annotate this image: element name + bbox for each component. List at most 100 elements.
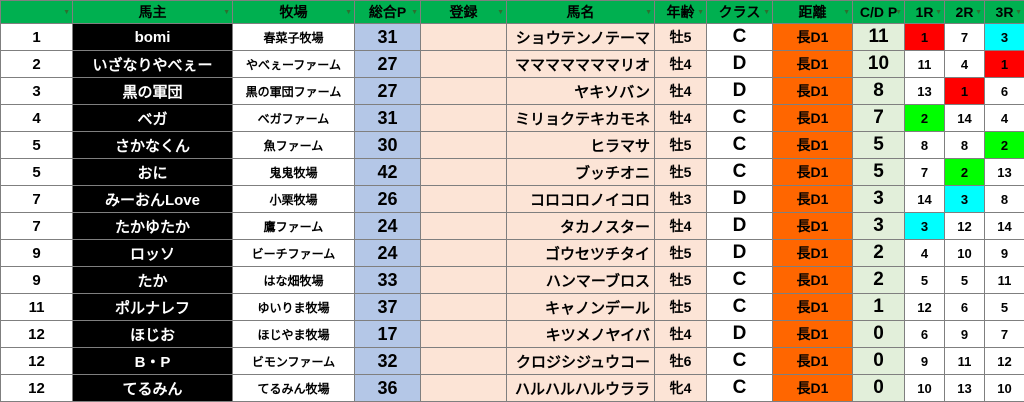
distance-cell[interactable]: 長D1 xyxy=(773,105,853,132)
col-header-age[interactable]: 年齢▼ xyxy=(655,1,707,24)
race1-cell[interactable]: 8 xyxy=(905,132,945,159)
race1-cell[interactable]: 4 xyxy=(905,240,945,267)
race2-cell[interactable]: 9 xyxy=(945,321,985,348)
col-header-distance[interactable]: 距離▼ xyxy=(773,1,853,24)
table-row[interactable]: 12ほじおほじやま牧場17キツメノヤイバ牡4D長D10697 xyxy=(1,321,1024,348)
age-cell[interactable]: 牡5 xyxy=(655,267,707,294)
race2-cell[interactable]: 10 xyxy=(945,240,985,267)
filter-icon[interactable]: ▼ xyxy=(1015,9,1022,16)
class-cell[interactable]: D xyxy=(707,213,773,240)
distance-cell[interactable]: 長D1 xyxy=(773,51,853,78)
race2-cell[interactable]: 14 xyxy=(945,105,985,132)
register-cell[interactable] xyxy=(421,348,507,375)
horse-name-cell[interactable]: ゴウセツチタイ xyxy=(507,240,655,267)
cd-p-cell[interactable]: 3 xyxy=(853,213,905,240)
register-cell[interactable] xyxy=(421,294,507,321)
filter-icon[interactable]: ▼ xyxy=(975,9,982,16)
race3-cell[interactable]: 12 xyxy=(985,348,1024,375)
age-cell[interactable]: 牡4 xyxy=(655,321,707,348)
age-cell[interactable]: 牡5 xyxy=(655,159,707,186)
distance-cell[interactable]: 長D1 xyxy=(773,267,853,294)
age-cell[interactable]: 牡5 xyxy=(655,240,707,267)
horse-name-cell[interactable]: ハンマーブロス xyxy=(507,267,655,294)
race2-cell[interactable]: 6 xyxy=(945,294,985,321)
col-header-total-p[interactable]: 総合P▼ xyxy=(355,1,421,24)
distance-cell[interactable]: 長D1 xyxy=(773,78,853,105)
col-header-r3[interactable]: 3R▼ xyxy=(985,1,1024,24)
race1-cell[interactable]: 6 xyxy=(905,321,945,348)
race1-cell[interactable]: 12 xyxy=(905,294,945,321)
col-header-rank[interactable]: ▼ xyxy=(1,1,73,24)
distance-cell[interactable]: 長D1 xyxy=(773,159,853,186)
race2-cell[interactable]: 5 xyxy=(945,267,985,294)
total-p-cell[interactable]: 27 xyxy=(355,78,421,105)
table-row[interactable]: 7たかゆたか鷹ファーム24タカノスター牡4D長D1331214 xyxy=(1,213,1024,240)
horse-name-cell[interactable]: ショウテンノテーマ xyxy=(507,24,655,51)
race1-cell[interactable]: 2 xyxy=(905,105,945,132)
rank-cell[interactable]: 4 xyxy=(1,105,73,132)
distance-cell[interactable]: 長D1 xyxy=(773,24,853,51)
table-row[interactable]: 3黒の軍団黒の軍団ファーム27ヤキソバン牡4D長D181316 xyxy=(1,78,1024,105)
race2-cell[interactable]: 1 xyxy=(945,78,985,105)
cd-p-cell[interactable]: 8 xyxy=(853,78,905,105)
total-p-cell[interactable]: 31 xyxy=(355,105,421,132)
race1-cell[interactable]: 13 xyxy=(905,78,945,105)
class-cell[interactable]: D xyxy=(707,321,773,348)
class-cell[interactable]: C xyxy=(707,375,773,402)
distance-cell[interactable]: 長D1 xyxy=(773,375,853,402)
owner-cell[interactable]: てるみん xyxy=(73,375,233,402)
class-cell[interactable]: D xyxy=(707,51,773,78)
distance-cell[interactable]: 長D1 xyxy=(773,240,853,267)
col-header-owner[interactable]: 馬主▼ xyxy=(73,1,233,24)
rank-cell[interactable]: 9 xyxy=(1,240,73,267)
owner-cell[interactable]: さかなくん xyxy=(73,132,233,159)
horse-name-cell[interactable]: タカノスター xyxy=(507,213,655,240)
class-cell[interactable]: C xyxy=(707,294,773,321)
total-p-cell[interactable]: 37 xyxy=(355,294,421,321)
filter-icon[interactable]: ▼ xyxy=(697,9,704,16)
class-cell[interactable]: C xyxy=(707,24,773,51)
total-p-cell[interactable]: 24 xyxy=(355,240,421,267)
race1-cell[interactable]: 9 xyxy=(905,348,945,375)
owner-cell[interactable]: ポルナレフ xyxy=(73,294,233,321)
race1-cell[interactable]: 10 xyxy=(905,375,945,402)
distance-cell[interactable]: 長D1 xyxy=(773,294,853,321)
cd-p-cell[interactable]: 0 xyxy=(853,375,905,402)
farm-cell[interactable]: ビモンファーム xyxy=(233,348,355,375)
farm-cell[interactable]: 鬼鬼牧場 xyxy=(233,159,355,186)
col-header-cd-p[interactable]: C/D P▼ xyxy=(853,1,905,24)
horse-name-cell[interactable]: クロジシジュウコー xyxy=(507,348,655,375)
owner-cell[interactable]: ベガ xyxy=(73,105,233,132)
race1-cell[interactable]: 11 xyxy=(905,51,945,78)
farm-cell[interactable]: 春菜子牧場 xyxy=(233,24,355,51)
farm-cell[interactable]: ベガファーム xyxy=(233,105,355,132)
race1-cell[interactable]: 14 xyxy=(905,186,945,213)
race1-cell[interactable]: 7 xyxy=(905,159,945,186)
race2-cell[interactable]: 4 xyxy=(945,51,985,78)
race2-cell[interactable]: 12 xyxy=(945,213,985,240)
distance-cell[interactable]: 長D1 xyxy=(773,132,853,159)
farm-cell[interactable]: 小栗牧場 xyxy=(233,186,355,213)
total-p-cell[interactable]: 26 xyxy=(355,186,421,213)
age-cell[interactable]: 牡5 xyxy=(655,24,707,51)
owner-cell[interactable]: ほじお xyxy=(73,321,233,348)
table-row[interactable]: 9たかはな畑牧場33ハンマーブロス牡5C長D125511 xyxy=(1,267,1024,294)
farm-cell[interactable]: はな畑牧場 xyxy=(233,267,355,294)
cd-p-cell[interactable]: 7 xyxy=(853,105,905,132)
rank-cell[interactable]: 7 xyxy=(1,213,73,240)
cd-p-cell[interactable]: 1 xyxy=(853,294,905,321)
sort-desc-icon[interactable]: ▼ xyxy=(895,9,902,16)
horse-name-cell[interactable]: ヤキソバン xyxy=(507,78,655,105)
cd-p-cell[interactable]: 0 xyxy=(853,321,905,348)
table-row[interactable]: 1bomi春菜子牧場31ショウテンノテーマ牡5C長D111173 xyxy=(1,24,1024,51)
distance-cell[interactable]: 長D1 xyxy=(773,213,853,240)
rank-cell[interactable]: 11 xyxy=(1,294,73,321)
register-cell[interactable] xyxy=(421,375,507,402)
total-p-cell[interactable]: 33 xyxy=(355,267,421,294)
filter-icon[interactable]: ▼ xyxy=(223,9,230,16)
race2-cell[interactable]: 13 xyxy=(945,375,985,402)
register-cell[interactable] xyxy=(421,186,507,213)
total-p-cell[interactable]: 17 xyxy=(355,321,421,348)
owner-cell[interactable]: おに xyxy=(73,159,233,186)
rank-cell[interactable]: 1 xyxy=(1,24,73,51)
